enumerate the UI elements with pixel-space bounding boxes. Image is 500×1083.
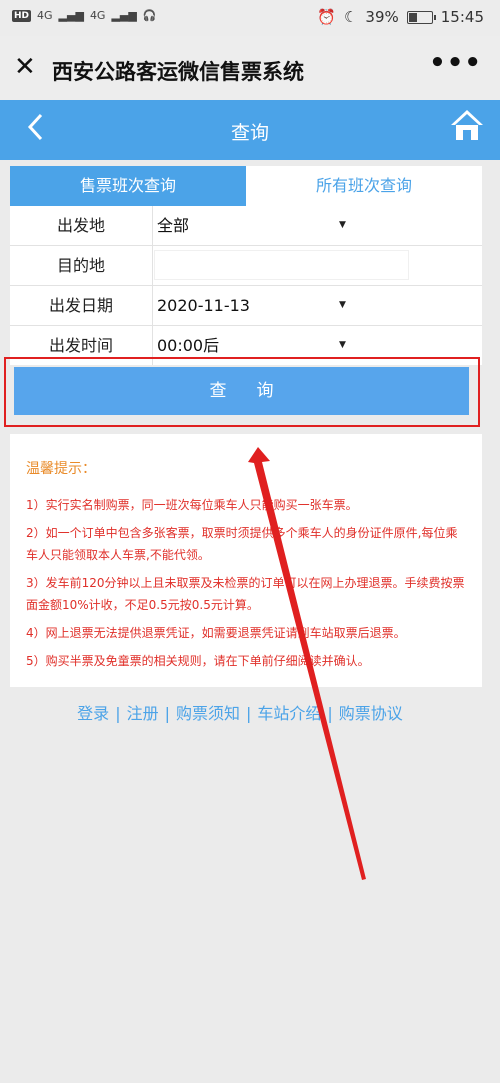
headset-icon: 🎧 — [142, 9, 157, 22]
query-form: 出发地 全部 ▼ 目的地 出发日期 2020-11-13 ▼ 出发时间 00:0… — [10, 206, 482, 365]
destination-input[interactable] — [154, 250, 409, 280]
tip-item: 3）发车前120分钟以上且未取票及未检票的订单可以在网上办理退票。手续费按票面金… — [26, 576, 465, 612]
highlight-box: 查询 — [4, 357, 480, 427]
destination-label: 目的地 — [10, 246, 153, 285]
departure-value: 全部 — [157, 216, 190, 235]
page-header: 查询 — [0, 100, 500, 160]
page-title: 查询 — [230, 122, 269, 144]
more-icon[interactable]: ••• — [429, 48, 482, 78]
tips-panel: 温馨提示： 1）实行实名制购票，同一班次每位乘车人只能购买一张车票。 2）如一个… — [10, 434, 482, 687]
destination-row: 目的地 — [10, 246, 482, 286]
date-row: 出发日期 2020-11-13 ▼ — [10, 286, 482, 326]
tab-sale-schedule[interactable]: 售票班次查询 — [10, 166, 246, 206]
tab-bar: 售票班次查询 所有班次查询 — [10, 166, 482, 206]
status-left: HD 4G ▂▄▆ 4G ▂▄▆ 🎧 — [12, 9, 157, 22]
separator: | — [327, 704, 333, 723]
battery-text: 39% — [365, 8, 399, 26]
separator: | — [246, 704, 252, 723]
destination-cell — [153, 246, 482, 285]
departure-row: 出发地 全部 ▼ — [10, 206, 482, 246]
status-right: ⏰ ☾ 39% 15:45 — [317, 8, 484, 26]
tip-item: 2）如一个订单中包含多张客票，取票时须提供多个乘车人的身份证件原件,每位乘车人只… — [26, 526, 458, 562]
date-label: 出发日期 — [10, 286, 153, 325]
battery-icon — [406, 10, 436, 24]
time-value: 00:00后 — [157, 336, 220, 355]
search-button[interactable]: 查询 — [14, 367, 469, 415]
departure-label: 出发地 — [10, 206, 153, 245]
tip-item: 1）实行实名制购票，同一班次每位乘车人只能购买一张车票。 — [26, 498, 358, 512]
clock: 15:45 — [440, 8, 484, 26]
signal-bars-icon: ▂▄▆ — [111, 9, 137, 22]
wechat-title: 西安公路客运微信售票系统 — [52, 60, 304, 84]
signal-1: 4G — [37, 9, 53, 22]
wechat-title-bar: ✕ 西安公路客运微信售票系统 ••• — [0, 36, 500, 100]
date-value: 2020-11-13 — [157, 296, 250, 315]
separator: | — [164, 704, 170, 723]
battery-fill — [408, 12, 417, 22]
dropdown-arrow-icon: ▼ — [339, 300, 346, 310]
signal-bars-icon: ▂▄▆ — [58, 9, 84, 22]
close-icon[interactable]: ✕ — [14, 54, 36, 80]
tip-item: 4）网上退票无法提供退票凭证，如需要退票凭证请到车站取票后退票。 — [26, 626, 406, 640]
tip-item: 5）购买半票及免童票的相关规则，请在下单前仔细阅读并确认。 — [26, 654, 370, 668]
departure-select[interactable]: 全部 ▼ — [153, 206, 482, 245]
link-login[interactable]: 登录 — [77, 704, 109, 723]
link-station-intro[interactable]: 车站介绍 — [257, 704, 321, 723]
date-select[interactable]: 2020-11-13 ▼ — [153, 286, 482, 325]
link-ticket-agreement[interactable]: 购票协议 — [339, 704, 403, 723]
dropdown-arrow-icon: ▼ — [339, 220, 346, 230]
link-register[interactable]: 注册 — [127, 704, 159, 723]
signal-2: 4G — [89, 9, 106, 22]
tips-title: 温馨提示： — [26, 461, 96, 477]
status-bar: HD 4G ▂▄▆ 4G ▂▄▆ 🎧 ⏰ ☾ 39% 15:45 — [0, 0, 500, 36]
tab-all-schedule[interactable]: 所有班次查询 — [246, 166, 482, 206]
footer-links: 登录 | 注册 | 购票须知 | 车站介绍 | 购票协议 — [0, 700, 480, 724]
moon-icon: ☾ — [343, 8, 358, 26]
alarm-icon: ⏰ — [317, 8, 336, 26]
hd-icon: HD — [12, 9, 32, 22]
home-icon[interactable] — [450, 108, 484, 142]
link-ticket-notice[interactable]: 购票须知 — [176, 704, 240, 723]
separator: | — [115, 704, 121, 723]
